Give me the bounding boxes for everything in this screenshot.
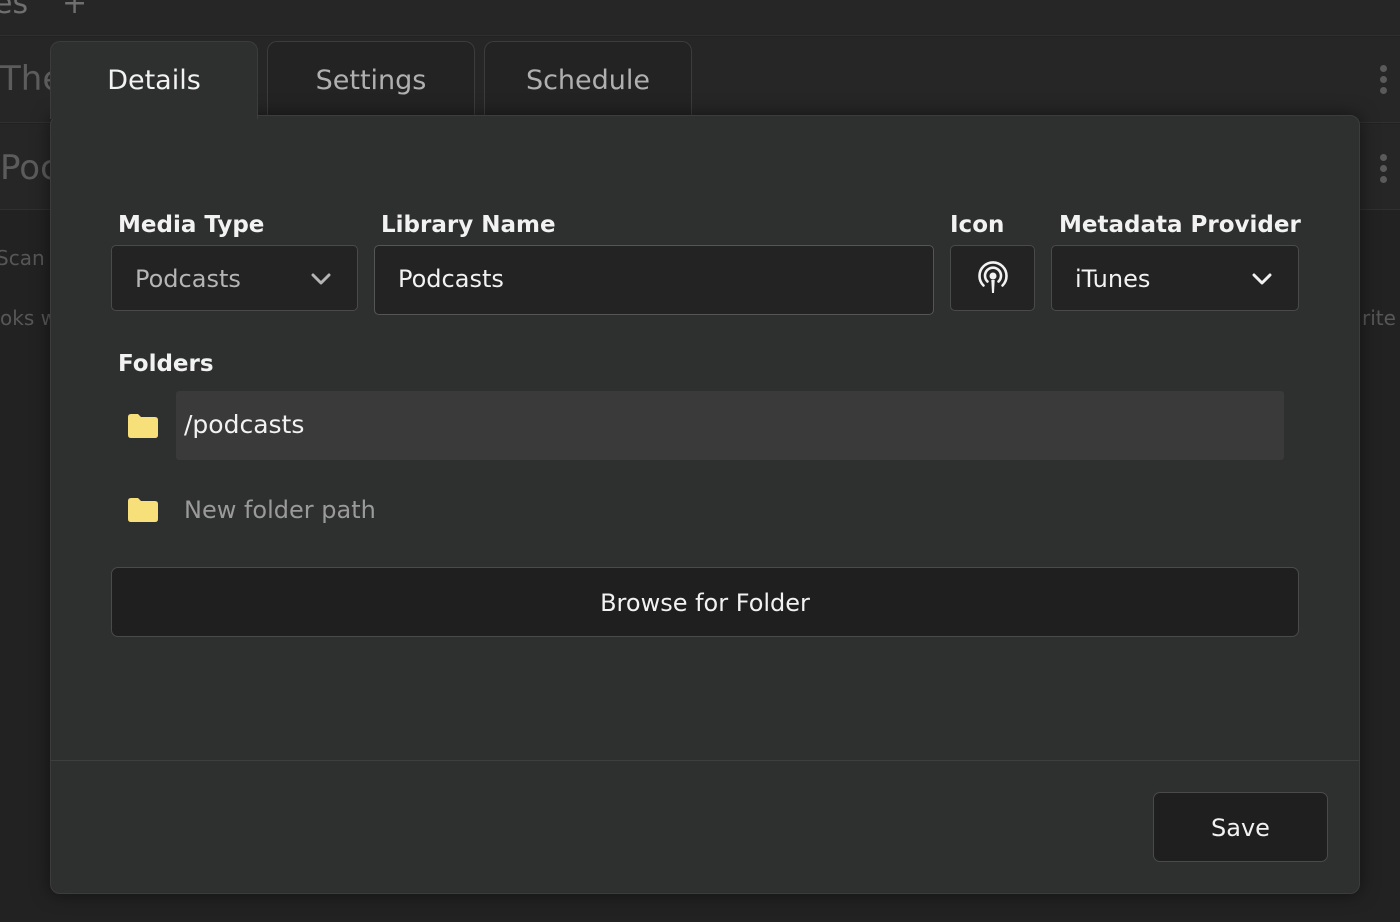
- library-name-value: Podcasts: [398, 265, 504, 293]
- library-name-input[interactable]: Podcasts: [374, 245, 934, 315]
- podcast-icon: [977, 261, 1008, 293]
- background-add-icon: +: [62, 0, 88, 21]
- modal-footer-divider: [50, 760, 1360, 761]
- tab-schedule[interactable]: Schedule: [484, 41, 692, 118]
- background-topbar-text: es: [0, 0, 29, 21]
- library-name-label: Library Name: [381, 212, 556, 238]
- metadata-provider-label: Metadata Provider: [1059, 212, 1301, 238]
- tab-settings[interactable]: Settings: [267, 41, 475, 118]
- chevron-down-icon: [311, 273, 331, 285]
- background-text: rite: [1362, 306, 1396, 330]
- new-folder-path-input[interactable]: New folder path: [184, 488, 376, 532]
- background-more-icon: [1380, 65, 1388, 98]
- folder-path-text: /podcasts: [184, 410, 305, 439]
- chevron-down-icon: [1252, 273, 1272, 285]
- metadata-provider-value: iTunes: [1075, 265, 1151, 293]
- background-topbar: es +: [0, 0, 1400, 36]
- folder-icon: [128, 498, 158, 522]
- folder-path-item[interactable]: /podcasts: [176, 391, 1284, 460]
- browse-for-folder-button[interactable]: Browse for Folder: [111, 567, 1299, 637]
- background-text: oks w: [0, 306, 57, 330]
- folders-label: Folders: [118, 351, 214, 377]
- metadata-provider-select[interactable]: iTunes: [1051, 245, 1299, 311]
- background-more-icon: [1380, 154, 1388, 187]
- save-button[interactable]: Save: [1153, 792, 1328, 862]
- folder-icon: [128, 414, 158, 438]
- icon-label: Icon: [950, 212, 1005, 238]
- media-type-value: Podcasts: [135, 265, 241, 293]
- icon-picker-button[interactable]: [950, 245, 1035, 311]
- media-type-label: Media Type: [118, 212, 265, 238]
- media-type-select[interactable]: Podcasts: [111, 245, 358, 311]
- tab-details[interactable]: Details: [50, 41, 258, 119]
